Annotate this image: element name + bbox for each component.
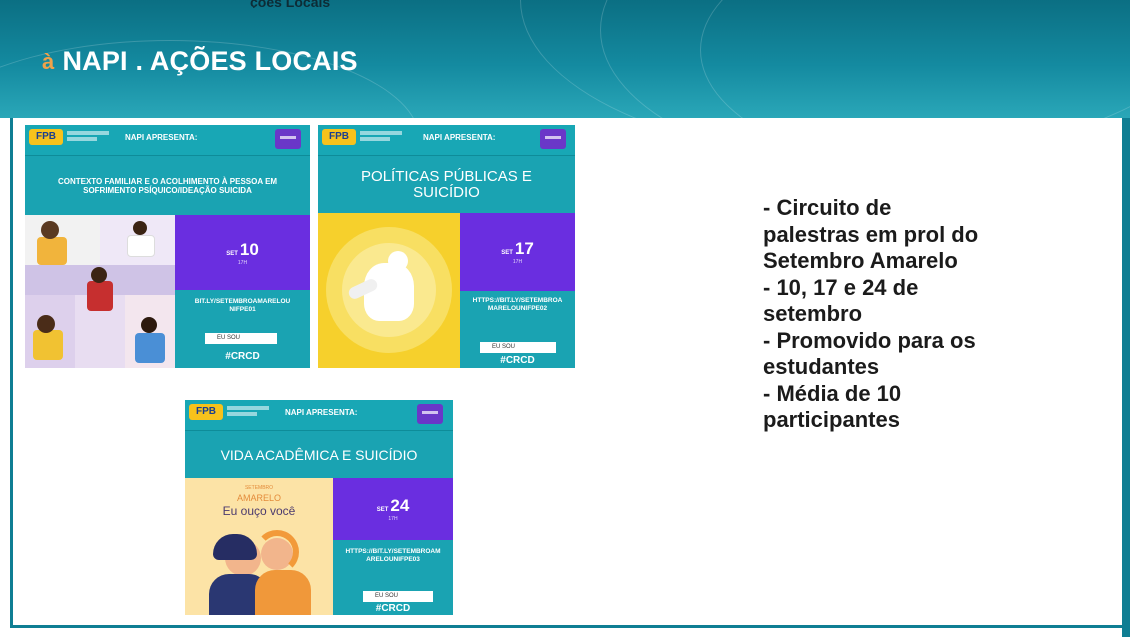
date-hour: 17H [512, 259, 523, 265]
poster-illustration: SETEMBRO AMARELO Eu ouço você [185, 478, 333, 615]
date-prefix: SET [501, 250, 513, 256]
bullet-line: - Circuito de [763, 195, 892, 220]
eusou-badge: EU SOU [480, 342, 556, 353]
bullet-line: - Média de 10 [763, 380, 902, 406]
person-head [133, 221, 147, 235]
bullet-line: - 10, 17 e 24 de [763, 274, 919, 300]
bullet-line: participantes [763, 407, 900, 432]
event-poster: FPB NAPI APRESENTA: CONTEXTO FAMILIAR E … [25, 125, 310, 368]
logo-subtitle [227, 406, 269, 410]
fpb-logo: FPB [29, 129, 63, 145]
poster-title-text: POLÍTICAS PÚBLICAS E SUICÍDIO [361, 167, 532, 201]
eusou-text: EU SOU [375, 593, 399, 599]
person-figure [127, 235, 155, 257]
person-head [41, 221, 59, 239]
bullet-list: - Circuito de palestras em prol do Setem… [763, 195, 1093, 434]
poster-label: NAPI APRESENTA: [125, 133, 198, 142]
person-figure [135, 333, 165, 363]
poster-title: POLÍTICAS PÚBLICAS E SUICÍDIO [318, 155, 575, 213]
hashtag: #CRCD [375, 603, 411, 614]
fpb-logo: FPB [189, 404, 223, 420]
poster-link-text: BIT.LY/SETEMBROAMARELOUNIFPE01 [194, 298, 291, 313]
page-title-text: NAPI . AÇÕES LOCAIS [62, 46, 358, 76]
poster-link-text: HTTPS://BIT.LY/SETEMBROAMARELOUNIFPE03 [345, 548, 441, 563]
logo-subtitle [360, 137, 390, 141]
bullet-line: - Promovido para os [763, 327, 976, 353]
header-band: ções Locais à NAPI . AÇÕES LOCAIS [0, 0, 1130, 240]
logo-subtitle [67, 131, 109, 135]
logo-subtitle [67, 137, 97, 141]
bullet-line: setembro [763, 301, 863, 326]
date-hour: 17H [388, 516, 398, 522]
poster-photo-collage [25, 215, 175, 368]
right-border [1122, 118, 1130, 637]
bullet-line: Setembro Amarelo [763, 248, 958, 273]
eusou-badge: EU SOU [205, 333, 277, 344]
poster-label: NAPI APRESENTA: [285, 408, 358, 417]
poster-link-text: HTTPS://BIT.LY/SETEMBROAMARELOUNIFPE02 [472, 297, 563, 312]
illustration-text: Eu ouço você [222, 504, 296, 518]
title-bullet: à [42, 48, 55, 74]
poster-tag [540, 129, 566, 149]
date-day: 24 [390, 496, 410, 515]
page-title: à NAPI . AÇÕES LOCAIS [42, 46, 358, 77]
date-day: 17 [514, 239, 534, 258]
bullet-line: estudantes [763, 354, 880, 379]
poster-title: VIDA ACADÊMICA E SUICÍDIO [185, 430, 453, 478]
poster-illustration [318, 213, 460, 368]
event-poster: FPB NAPI APRESENTA: VIDA ACADÊMICA E SUI… [185, 400, 453, 615]
logo-subtitle [227, 412, 257, 416]
person-head [141, 317, 157, 333]
eusou-text: EU SOU [492, 344, 516, 350]
event-poster: FPB NAPI APRESENTA: POLÍTICAS PÚBLICAS E… [318, 125, 575, 368]
date-hour: 17H [237, 259, 248, 266]
person-figure [37, 237, 67, 265]
eusou-text: EU SOU [217, 335, 241, 341]
hashtag: #CRCD [500, 355, 535, 366]
bullet-line: palestras em prol do [763, 221, 979, 247]
illustration-top-text: SETEMBRO [244, 485, 274, 491]
slide: ções Locais à NAPI . AÇÕES LOCAIS FPB NA… [0, 0, 1130, 637]
illustration-mid-text: AMARELO [236, 493, 281, 503]
hashtag: #CRCD [225, 351, 260, 362]
person-head [91, 267, 107, 283]
poster-title: CONTEXTO FAMILIAR E O ACOLHIMENTO À PESS… [25, 155, 310, 215]
date-day: 10 [239, 239, 259, 259]
person-figure [87, 281, 113, 311]
fpb-logo: FPB [322, 129, 356, 145]
poster-tag [417, 404, 443, 424]
header-top-text: ções Locais [250, 0, 331, 8]
poster-label: NAPI APRESENTA: [423, 133, 496, 142]
date-prefix: SET [226, 250, 238, 257]
date-box: SET 17 17H [460, 213, 575, 291]
person-figure [33, 330, 63, 360]
date-prefix: SET [376, 507, 389, 513]
eusou-badge: EU SOU [363, 591, 433, 602]
person-head [37, 315, 55, 333]
date-box: SET 24 17H [333, 478, 453, 540]
poster-title-text: CONTEXTO FAMILIAR E O ACOLHIMENTO À PESS… [57, 176, 278, 195]
poster-title-text: VIDA ACADÊMICA E SUICÍDIO [220, 446, 418, 463]
poster-tag [275, 129, 301, 149]
logo-subtitle [360, 131, 402, 135]
date-box: SET 10 17H [175, 215, 310, 290]
